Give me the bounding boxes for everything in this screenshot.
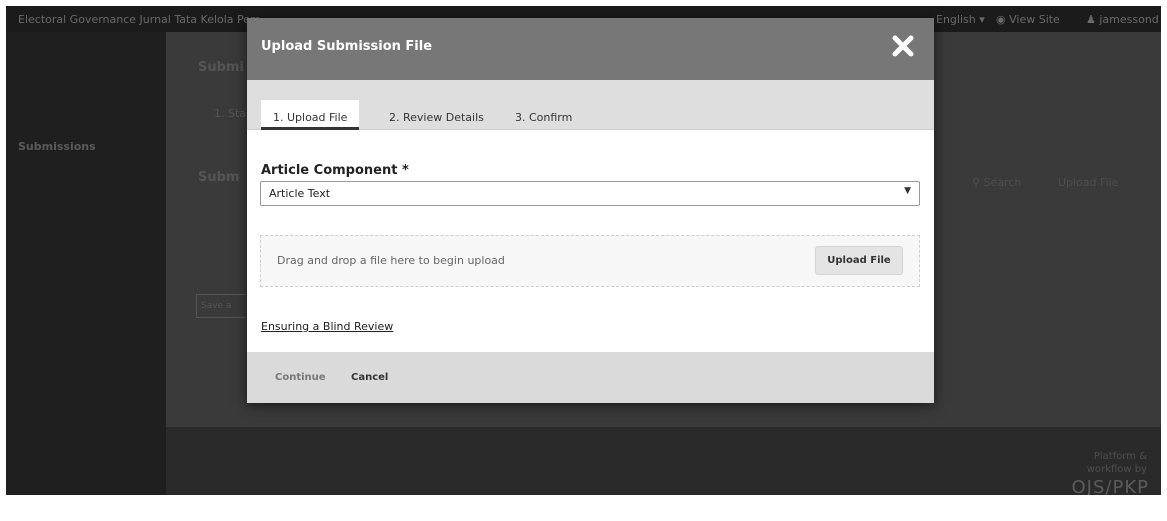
bg-upload-file-link[interactable]: Upload File [1058,176,1118,189]
user-menu[interactable]: ♟ jamessond [1086,13,1159,26]
search-label: Search [983,176,1022,189]
modal-tabs: 1. Upload File 2. Review Details 3. Conf… [247,80,934,130]
dropzone-text: Drag and drop a file here to begin uploa… [277,254,505,267]
modal-footer: Continue Cancel [247,352,934,403]
article-component-label: Article Component * [261,163,409,178]
eye-icon: ◉ [996,13,1010,26]
wizard-step[interactable]: 1. Sta [214,107,246,120]
tab-review-details[interactable]: 2. Review Details [377,100,496,130]
modal-title: Upload Submission File [261,39,433,54]
screen: Electoral Governance Jurnal Tata Kelola … [6,6,1161,495]
user-icon: ♟ [1086,13,1100,26]
page-title: Submi [198,60,244,75]
tab-upload-file[interactable]: 1. Upload File [261,100,360,130]
section-title: Subm [198,170,240,185]
search-icon: ⚲ [972,176,984,189]
view-site-label: View Site [1009,13,1060,26]
upload-submission-file-modal: Upload Submission File 1. Upload File 2.… [247,18,934,403]
continue-button[interactable]: Continue [275,372,326,383]
view-site-link[interactable]: ◉ View Site [996,13,1060,26]
close-button[interactable] [890,33,916,59]
language-menu[interactable]: English ▾ [936,13,985,26]
search-link[interactable]: ⚲ Search [972,176,1021,189]
site-title[interactable]: Electoral Governance Jurnal Tata Kelola … [18,13,271,26]
user-name: jamessond [1099,13,1159,26]
footer-platform-text: Platform & [1093,451,1147,462]
caret-down-icon: ▼ [904,186,911,196]
tab-confirm[interactable]: 3. Confirm [503,100,584,130]
page-footer: Platform & workflow by OJS/PKP [166,427,1161,495]
modal-header: Upload Submission File [247,18,934,80]
article-component-select[interactable]: Article Text ▼ [260,181,920,206]
modal-body: Article Component * Article Text ▼ Drag … [247,130,934,352]
ojs-pkp-logo[interactable]: OJS/PKP [1072,477,1149,495]
file-dropzone[interactable]: Drag and drop a file here to begin uploa… [260,235,920,287]
blind-review-link[interactable]: Ensuring a Blind Review [261,320,393,333]
cancel-button[interactable]: Cancel [351,372,388,383]
article-component-value: Article Text [269,187,331,200]
sidebar: Submissions [6,32,166,495]
close-icon [892,35,914,57]
footer-workflow-text: workflow by [1086,464,1147,475]
sidebar-item-submissions[interactable]: Submissions [18,140,96,153]
upload-file-button[interactable]: Upload File [815,246,903,275]
